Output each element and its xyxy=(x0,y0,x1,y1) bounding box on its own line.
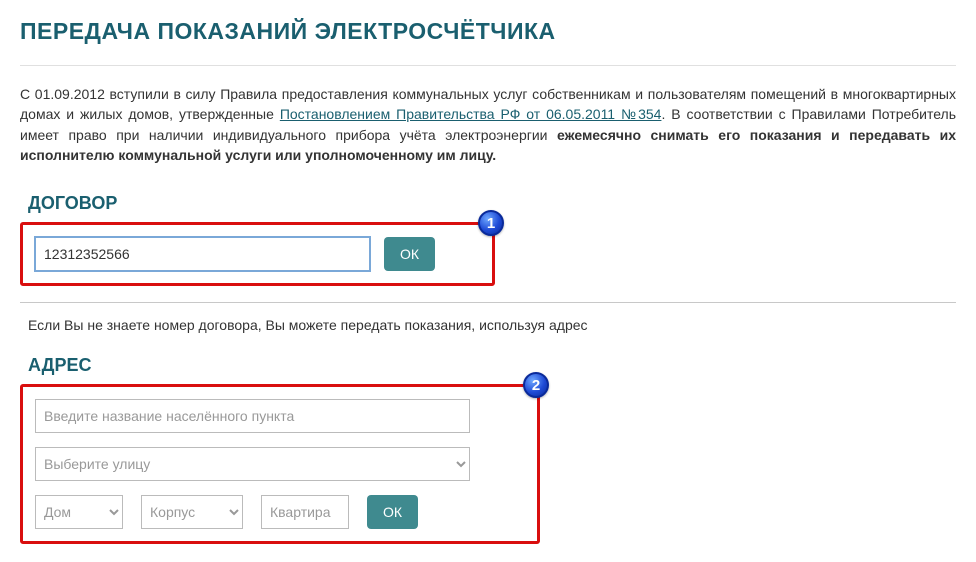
regulation-link[interactable]: Постановлением Правительства РФ от 06.05… xyxy=(280,106,662,122)
badge-1: 1 xyxy=(478,210,504,236)
flat-input[interactable] xyxy=(261,495,349,529)
page-title: ПЕРЕДАЧА ПОКАЗАНИЙ ЭЛЕКТРОСЧЁТЧИКА xyxy=(20,18,956,45)
intro-paragraph: С 01.09.2012 вступили в силу Правила пре… xyxy=(20,84,956,165)
address-heading: АДРЕС xyxy=(28,355,956,376)
badge-2: 2 xyxy=(523,372,549,398)
address-ok-button[interactable]: ОК xyxy=(367,495,418,529)
address-box: 2 Выберите улицу Дом Корпус ОК xyxy=(20,384,540,544)
divider-top xyxy=(20,65,956,66)
hint-text: Если Вы не знаете номер договора, Вы мож… xyxy=(28,317,956,333)
house-select[interactable]: Дом xyxy=(35,495,123,529)
contract-ok-button[interactable]: ОК xyxy=(384,237,435,271)
street-select[interactable]: Выберите улицу xyxy=(35,447,470,481)
corp-select[interactable]: Корпус xyxy=(141,495,243,529)
divider-mid xyxy=(20,302,956,303)
contract-box: 1 ОК xyxy=(20,222,495,286)
locality-input[interactable] xyxy=(35,399,470,433)
contract-number-input[interactable] xyxy=(35,237,370,271)
